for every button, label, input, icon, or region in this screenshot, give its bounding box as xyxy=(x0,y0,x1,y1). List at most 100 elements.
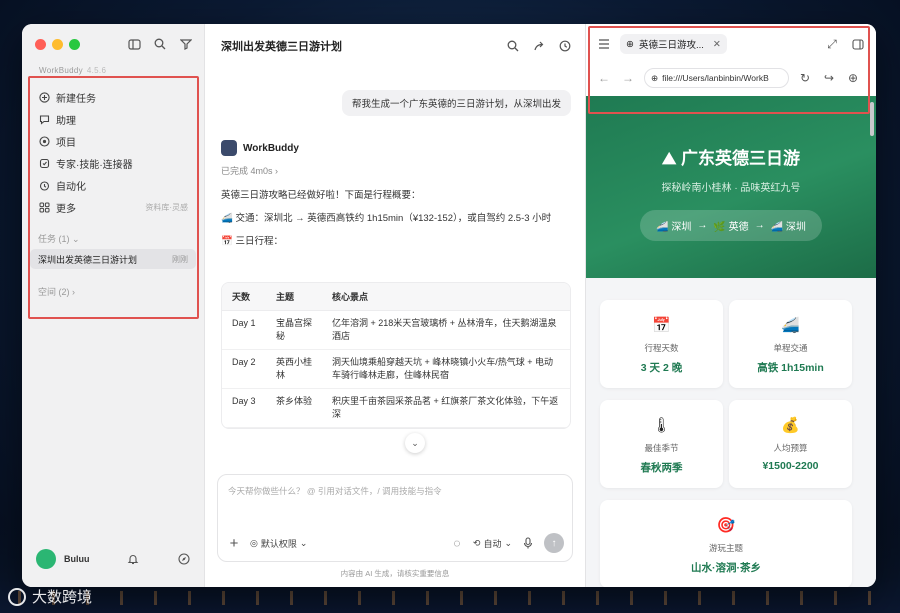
chevron-down-icon: ⌄ xyxy=(504,537,512,548)
chat-header: 深圳出发英德三日游计划 xyxy=(221,38,573,54)
close-window-button[interactable] xyxy=(35,39,46,50)
filter-icon[interactable] xyxy=(178,36,194,52)
table-header-row: 天数 主题 核心景点 xyxy=(222,283,570,311)
send-button[interactable]: ↑ xyxy=(544,533,564,553)
chat-toolbar xyxy=(505,38,573,54)
user-name: Buluu xyxy=(64,554,90,564)
composer-toolbar: + ◎ 默认权限 ⌄ ◌ ⟲ 自动 ⌄ ↑ xyxy=(226,533,564,553)
table-row: Day 3 茶乡体验 积庆里千亩茶园采茶品茗 + 红旗茶厂茶文化体验，下午返深 xyxy=(222,388,570,428)
mode-select[interactable]: ⟲ 自动 ⌄ xyxy=(473,537,512,550)
assistant-header: WorkBuddy xyxy=(221,140,571,156)
bell-icon[interactable] xyxy=(125,551,141,567)
globe-icon: ⊕ xyxy=(651,72,659,83)
table-cell: 英西小桂林 xyxy=(266,349,322,389)
permission-select[interactable]: ◎ 默认权限 ⌄ xyxy=(250,537,307,550)
space-section-header[interactable]: 空间 (2) › xyxy=(38,285,75,298)
alarm-clock-icon xyxy=(38,179,50,191)
back-icon[interactable]: ← xyxy=(596,70,612,86)
sidebar-item-more[interactable]: 更多 资料库·灵感 xyxy=(30,196,196,218)
itinerary-table: 天数 主题 核心景点 Day 1 宝晶宫探秘 亿年溶洞 + 218米天宫玻璃桥 … xyxy=(221,282,571,429)
expand-icon[interactable]: ⤢ xyxy=(824,36,840,52)
background-lights xyxy=(0,591,900,605)
plus-circle-icon xyxy=(38,91,50,103)
target-icon: 🎯 xyxy=(716,517,736,534)
browser-panel: ⊕ 英德三日游攻... ✕ ⤢ ← → ⊕ file:///Users/lanb… xyxy=(585,24,876,587)
sidebar-item-experts[interactable]: 专家·技能·连接器 xyxy=(30,152,196,174)
card-label: 单程交通 xyxy=(773,343,808,353)
info-card: 🚄 单程交通 高铁 1h15min xyxy=(729,300,852,388)
task-list-item[interactable]: 深圳出发英德三日游计划 刚刚 xyxy=(30,249,196,269)
search-icon[interactable] xyxy=(152,36,168,52)
route-stop: 🌿 英德 xyxy=(713,222,749,233)
sidebar-item-new-task[interactable]: 新建任务 xyxy=(30,86,196,108)
share-icon[interactable]: ↪ xyxy=(821,70,837,86)
chevron-right-icon: › xyxy=(72,287,76,297)
share-icon[interactable] xyxy=(531,38,547,54)
calendar-icon: 📅 xyxy=(652,317,671,334)
forward-icon[interactable]: → xyxy=(620,70,636,86)
chevron-down-icon: ⌄ xyxy=(299,537,308,548)
route-arrow: → xyxy=(754,220,765,231)
sidebar-item-hint: 资料库·灵感 xyxy=(145,202,188,212)
status-line[interactable]: 已完成 4m0s › xyxy=(221,164,571,177)
compass-icon[interactable] xyxy=(176,551,192,567)
card-value: 高铁 1h15min xyxy=(757,362,824,374)
address-bar[interactable]: ⊕ file:///Users/lanbinbin/WorkB xyxy=(644,68,789,88)
transport-line: 🚄 交通：深圳北 → 英德西高铁约 1h15min（¥132-152），或自驾约… xyxy=(221,213,552,224)
message-composer[interactable]: 今天帮你做些什么？ @ 引用对话文件，/ 调用技能与指令 + ◎ 默认权限 ⌄ … xyxy=(217,474,573,562)
browser-window-tools: ⤢ xyxy=(824,36,866,52)
sidebar-item-label: 专家·技能·连接器 xyxy=(56,159,133,171)
column-header: 主题 xyxy=(266,283,322,311)
sidebar-item-automation[interactable]: 自动化 xyxy=(30,174,196,196)
tasks-section-label: 任务 (1) xyxy=(38,234,70,244)
status-text: 已完成 4m0s xyxy=(221,166,273,176)
browser-tab[interactable]: ⊕ 英德三日游攻... ✕ xyxy=(620,34,727,54)
panel-toggle-icon[interactable] xyxy=(850,36,866,52)
sidebar-item-label: 助理 xyxy=(56,115,76,127)
globe-icon[interactable]: ⊕ xyxy=(845,70,861,86)
close-tab-icon[interactable]: ✕ xyxy=(713,39,721,50)
info-card: 🎯 游玩主题 山水·溶洞·茶乡 xyxy=(600,500,852,587)
brand-label: WorkBuddy 4.5.6 xyxy=(39,66,106,75)
loading-spinner-icon: ◌ xyxy=(453,536,461,550)
sidebar-item-projects[interactable]: 项目 xyxy=(30,130,196,152)
table-row: Day 2 英西小桂林 洞天仙境乘船穿越天坑 + 峰林晓镇小火车/热气球 + 电… xyxy=(222,349,570,389)
route-pill: 🚄 深圳 → 🌿 英德 → 🚄 深圳 xyxy=(640,210,822,241)
microphone-icon[interactable] xyxy=(520,535,536,551)
project-icon xyxy=(38,135,50,147)
search-icon[interactable] xyxy=(505,38,521,54)
reload-icon[interactable]: ↻ xyxy=(797,70,813,86)
route-stop: 🚄 深圳 xyxy=(656,222,692,233)
page-subtitle: 探秘岭南小桂林 · 品味英红九号 xyxy=(661,183,801,194)
avatar[interactable] xyxy=(36,549,56,569)
table-cell: 茶乡体验 xyxy=(266,388,322,428)
menu-icon[interactable] xyxy=(596,36,612,52)
card-value: 3 天 2 晚 xyxy=(640,362,683,374)
globe-icon: ⊕ xyxy=(626,38,634,50)
check-circle-icon: ◎ xyxy=(250,537,258,548)
sidebar-toggle-icon[interactable] xyxy=(126,36,142,52)
watermark-text: 大数跨境 xyxy=(32,589,93,606)
sidebar-item-label: 自动化 xyxy=(56,181,86,193)
version-label: 4.5.6 xyxy=(86,66,107,75)
ai-disclaimer: 内容由 AI 生成，请核实重要信息 xyxy=(340,569,450,578)
route-stop: 🚄 深圳 xyxy=(770,222,806,233)
table-cell: Day 3 xyxy=(222,388,266,428)
chevron-right-icon: › xyxy=(275,166,279,176)
assistant-message: WorkBuddy 已完成 4m0s › 英德三日游攻略已经做好啦！下面是行程概… xyxy=(221,140,571,258)
page-hero: ⛰ 广东英德三日游 探秘岭南小桂林 · 品味英红九号 🚄 深圳 → 🌿 英德 →… xyxy=(586,96,876,278)
scrollbar[interactable] xyxy=(870,102,874,136)
task-timestamp: 刚刚 xyxy=(172,254,188,264)
zoom-window-button[interactable] xyxy=(69,39,80,50)
mode-label: 自动 xyxy=(483,538,502,549)
money-bag-icon: 💰 xyxy=(781,417,800,434)
minimize-window-button[interactable] xyxy=(52,39,63,50)
brand-name: WorkBuddy xyxy=(39,66,83,75)
table-cell: 积庆里千亩茶园采茶品茗 + 红旗茶厂茶文化体验，下午返深 xyxy=(322,388,570,428)
history-icon[interactable] xyxy=(557,38,573,54)
watermark: 大数跨境 xyxy=(8,586,92,607)
add-attachment-icon[interactable]: + xyxy=(226,535,242,552)
sidebar-item-assistant[interactable]: 助理 xyxy=(30,108,196,130)
tasks-section-header[interactable]: 任务 (1) ⌄ xyxy=(38,232,80,245)
scroll-to-bottom-button[interactable]: ⌄ xyxy=(405,433,425,453)
